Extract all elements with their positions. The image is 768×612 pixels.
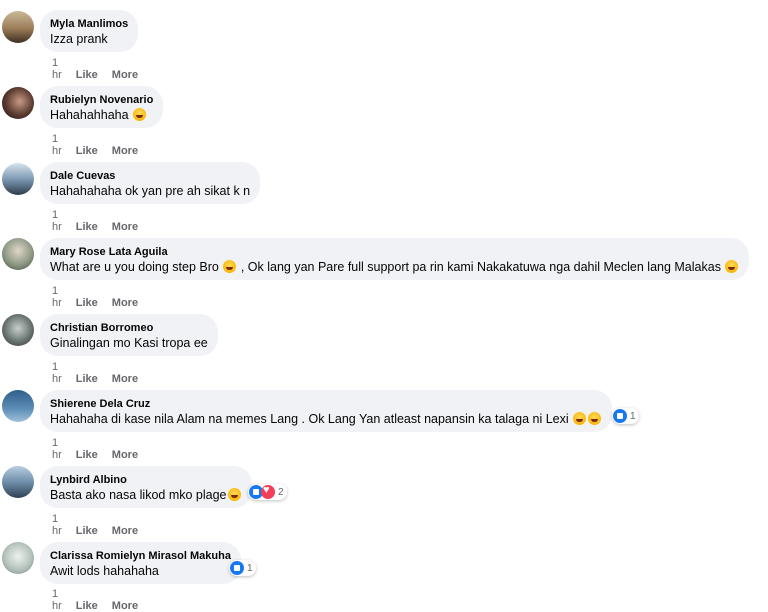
comment-author[interactable]: Mary Rose Lata Aguila	[50, 245, 739, 259]
avatar[interactable]	[2, 314, 34, 346]
avatar[interactable]	[2, 87, 34, 119]
comment-time[interactable]: 1 hr	[52, 133, 62, 157]
more-button[interactable]: More	[112, 145, 138, 157]
like-button[interactable]: Like	[76, 69, 98, 81]
like-button[interactable]: Like	[76, 373, 98, 385]
comment-bubble: Rubielyn Novenario Hahahahhaha	[40, 86, 164, 128]
comment-author[interactable]: Clarissa Romielyn Mirasol Makuha	[50, 549, 231, 563]
comment-bubble: Shierene Dela Cruz Hahahaha di kase nila…	[40, 390, 613, 432]
reaction-summary[interactable]: 2	[248, 484, 287, 500]
comment-author[interactable]: Myla Manlimos	[50, 17, 128, 31]
laughing-emoji-icon	[725, 260, 739, 273]
comment-bubble: Myla Manlimos Izza prank	[40, 10, 139, 52]
more-button[interactable]: More	[112, 69, 138, 81]
comment-bubble: Lynbird Albino Basta ako nasa likod mko …	[40, 466, 252, 508]
comment-text: Ginalingan mo Kasi tropa ee	[50, 336, 208, 350]
like-reaction-icon	[613, 409, 627, 423]
comment-time[interactable]: 1 hr	[52, 513, 62, 537]
laughing-emoji-icon	[223, 260, 237, 273]
love-reaction-icon	[261, 484, 275, 499]
more-button[interactable]: More	[112, 297, 138, 309]
more-button[interactable]: More	[112, 221, 138, 233]
avatar[interactable]	[2, 11, 34, 43]
like-button[interactable]: Like	[76, 600, 98, 612]
reaction-count: 1	[247, 562, 253, 574]
comment-time[interactable]: 1 hr	[52, 437, 62, 461]
avatar[interactable]	[2, 466, 34, 498]
comment-author[interactable]: Dale Cuevas	[50, 169, 250, 183]
comment-text: Hahahahhaha	[50, 108, 129, 122]
comment-text-row: Hahahahhaha	[50, 107, 153, 124]
comment-time[interactable]: 1 hr	[52, 361, 62, 385]
comment-actions: 1 hr Like More	[52, 133, 152, 157]
comment-time[interactable]: 1 hr	[52, 209, 62, 233]
like-button[interactable]: Like	[76, 145, 98, 157]
comment-author[interactable]: Lynbird Albino	[50, 473, 242, 487]
like-button[interactable]: Like	[76, 525, 98, 537]
comment-text-row: Basta ako nasa likod mko plage	[50, 487, 242, 504]
like-button[interactable]: Like	[76, 297, 98, 309]
avatar[interactable]	[2, 163, 34, 195]
comment-text: Basta ako nasa likod mko plage	[50, 488, 227, 502]
comment-actions: 1 hr Like More	[52, 209, 152, 233]
comment-text: Hahahahaha ok yan pre ah sikat k n	[50, 184, 251, 198]
comment-actions: 1 hr Like More	[52, 361, 152, 385]
comment-text-row: Hahahaha di kase nila Alam na memes Lang…	[50, 411, 602, 428]
comment-text-continued: , Ok lang yan Pare full support pa rin k…	[240, 260, 721, 274]
reaction-count: 2	[278, 486, 284, 498]
comment-text: What are u you doing step Bro	[50, 260, 219, 274]
like-reaction-icon	[230, 561, 244, 575]
avatar[interactable]	[2, 542, 34, 574]
comment-actions: 1 hr Like More	[52, 437, 152, 461]
comment-actions: 1 hr Like More	[52, 285, 152, 309]
avatar[interactable]	[2, 390, 34, 422]
comment-bubble: Clarissa Romielyn Mirasol Makuha Awit lo…	[40, 542, 241, 584]
rofl-emoji-icon	[573, 412, 587, 425]
laughing-emoji-icon	[133, 108, 147, 121]
comment-author[interactable]: Shierene Dela Cruz	[50, 397, 602, 411]
like-button[interactable]: Like	[76, 221, 98, 233]
comment-actions: 1 hr Like More	[52, 57, 152, 81]
grinning-emoji-icon	[227, 488, 241, 501]
reaction-summary[interactable]: 1	[229, 560, 256, 576]
comment-bubble: Dale Cuevas Hahahahaha ok yan pre ah sik…	[40, 162, 261, 204]
comment-time[interactable]: 1 hr	[52, 588, 62, 612]
like-button[interactable]: Like	[76, 449, 98, 461]
reaction-count: 1	[630, 410, 636, 422]
comment-actions: 1 hr Like More	[52, 513, 152, 537]
more-button[interactable]: More	[112, 525, 138, 537]
rofl-emoji-icon	[588, 412, 602, 425]
comment-author[interactable]: Rubielyn Novenario	[50, 93, 153, 107]
comment-time[interactable]: 1 hr	[52, 285, 62, 309]
comment-text: Hahahaha di kase nila Alam na memes Lang…	[50, 412, 569, 426]
comment-actions: 1 hr Like More	[52, 588, 152, 612]
comment-bubble: Christian Borromeo Ginalingan mo Kasi tr…	[40, 314, 218, 356]
comment-text: Awit lods hahahaha	[50, 564, 159, 578]
more-button[interactable]: More	[112, 373, 138, 385]
comment-time[interactable]: 1 hr	[52, 57, 62, 81]
more-button[interactable]: More	[112, 600, 138, 612]
comment-text-row: What are u you doing step Bro , Ok lang …	[50, 259, 739, 276]
comment-text: Izza prank	[50, 32, 108, 46]
avatar[interactable]	[2, 238, 34, 270]
comment-author[interactable]: Christian Borromeo	[50, 321, 208, 335]
comment-bubble: Mary Rose Lata Aguila What are u you doi…	[40, 238, 750, 280]
reaction-summary[interactable]: 1	[612, 408, 639, 424]
more-button[interactable]: More	[112, 449, 138, 461]
